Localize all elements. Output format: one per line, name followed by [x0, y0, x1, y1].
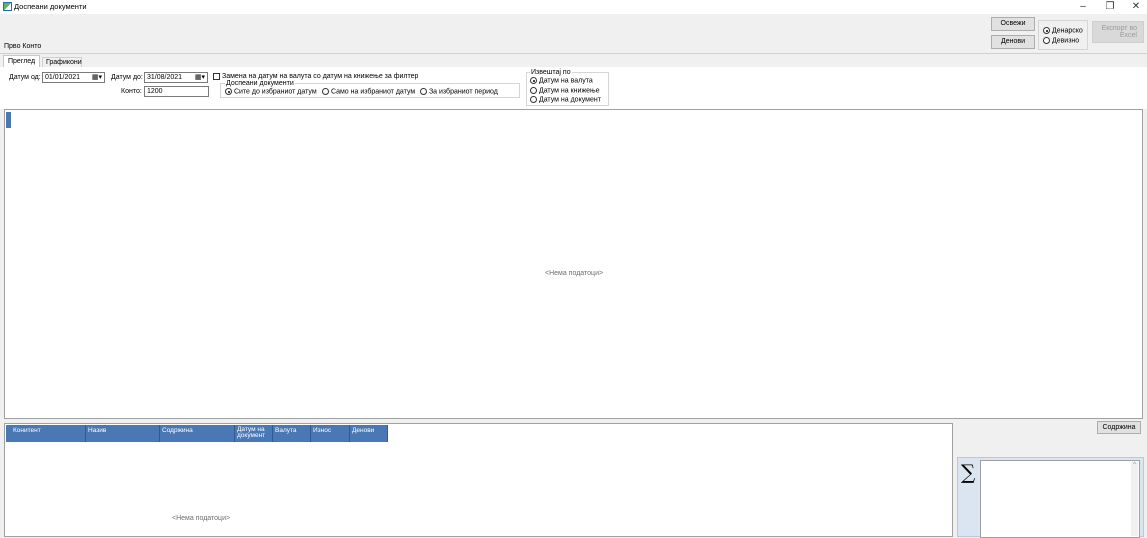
app-icon — [3, 2, 12, 11]
date-from-label: Датум од: — [9, 74, 41, 81]
radio-icon — [530, 87, 537, 94]
content-button[interactable]: Содржина — [1097, 421, 1141, 434]
window-title: Доспеани документи — [14, 2, 87, 11]
refresh-button[interactable]: Освежи — [991, 17, 1035, 31]
detail-grid-panel[interactable]: Конитент Назив Содржина Датум на докумен… — [4, 423, 953, 537]
summary-panel: ∑ ^ — [957, 457, 1144, 538]
radio-icon — [322, 88, 329, 95]
section-label: Прво Конто — [4, 43, 42, 50]
report-option-booking[interactable]: Датум на книжење — [530, 87, 600, 94]
currency-group — [1038, 20, 1088, 50]
col-header-valuta[interactable]: Валута — [273, 425, 311, 442]
tab-divider — [0, 53, 1147, 54]
title-bar: Доспеани документи – ❐ ✕ — [0, 0, 1147, 14]
date-to-label: Датум до: — [111, 74, 143, 81]
overdue-group-label: Доспеани документи — [225, 80, 295, 87]
col-header-denovi[interactable]: Денови — [350, 425, 388, 442]
overdue-option-period[interactable]: За избраниот период — [420, 88, 498, 95]
restore-button[interactable]: ❐ — [1097, 0, 1123, 14]
radio-icon — [1043, 37, 1050, 44]
replace-date-checkbox[interactable] — [213, 73, 220, 80]
tab-charts[interactable]: Графикони — [42, 57, 82, 67]
report-option-document[interactable]: Датум на документ — [530, 96, 601, 103]
report-option-valuta[interactable]: Датум на валута — [530, 77, 593, 84]
currency-option-foreign[interactable]: Девизно — [1043, 37, 1079, 44]
col-header-datum-dokument[interactable]: Датум на документ — [235, 425, 273, 442]
scrollbar[interactable]: ^ — [1131, 462, 1138, 536]
radio-icon — [225, 88, 232, 95]
calendar-dropdown-icon[interactable]: ▦▾ — [92, 73, 102, 82]
replace-date-label: Замена на датум на валута со датум на кн… — [222, 73, 419, 80]
date-to-picker[interactable]: 31/08/2021 ▦▾ — [144, 72, 208, 83]
close-button[interactable]: ✕ — [1123, 0, 1147, 14]
radio-icon — [420, 88, 427, 95]
summary-textbox[interactable]: ^ — [980, 460, 1140, 538]
col-header-iznos[interactable]: Износ — [311, 425, 350, 442]
col-header-sodrzhina[interactable]: Содржина — [160, 425, 235, 442]
sigma-icon: ∑ — [961, 460, 976, 484]
main-grid-panel[interactable]: <Нема податоци> — [4, 109, 1143, 419]
konto-label: Конто: — [121, 88, 142, 95]
radio-icon — [530, 77, 537, 84]
currency-option-denar[interactable]: Денарско — [1043, 27, 1083, 34]
radio-icon — [530, 96, 537, 103]
grid-group-handle[interactable] — [6, 112, 11, 128]
export-excel-button[interactable]: Експорт во Excel — [1092, 21, 1144, 43]
date-from-picker[interactable]: 01/01/2021 ▦▾ — [42, 72, 105, 83]
overdue-option-all[interactable]: Сите до избраниот датум — [225, 88, 317, 95]
calendar-dropdown-icon[interactable]: ▦▾ — [195, 73, 205, 82]
main-empty-text: <Нема податоци> — [545, 270, 604, 277]
col-header-konitent[interactable]: Конитент — [11, 425, 86, 442]
tab-overview[interactable]: Преглед — [3, 55, 40, 67]
col-header-naziv[interactable]: Назив — [86, 425, 160, 442]
days-button[interactable]: Денови — [991, 35, 1035, 49]
report-group-label: Извештај по — [530, 69, 572, 76]
radio-icon — [1043, 27, 1050, 34]
minimize-button[interactable]: – — [1070, 0, 1096, 14]
detail-empty-text: <Нема податоци> — [172, 515, 231, 522]
overdue-option-only[interactable]: Само на избраниот датум — [322, 88, 415, 95]
konto-input[interactable]: 1200 — [144, 86, 209, 97]
